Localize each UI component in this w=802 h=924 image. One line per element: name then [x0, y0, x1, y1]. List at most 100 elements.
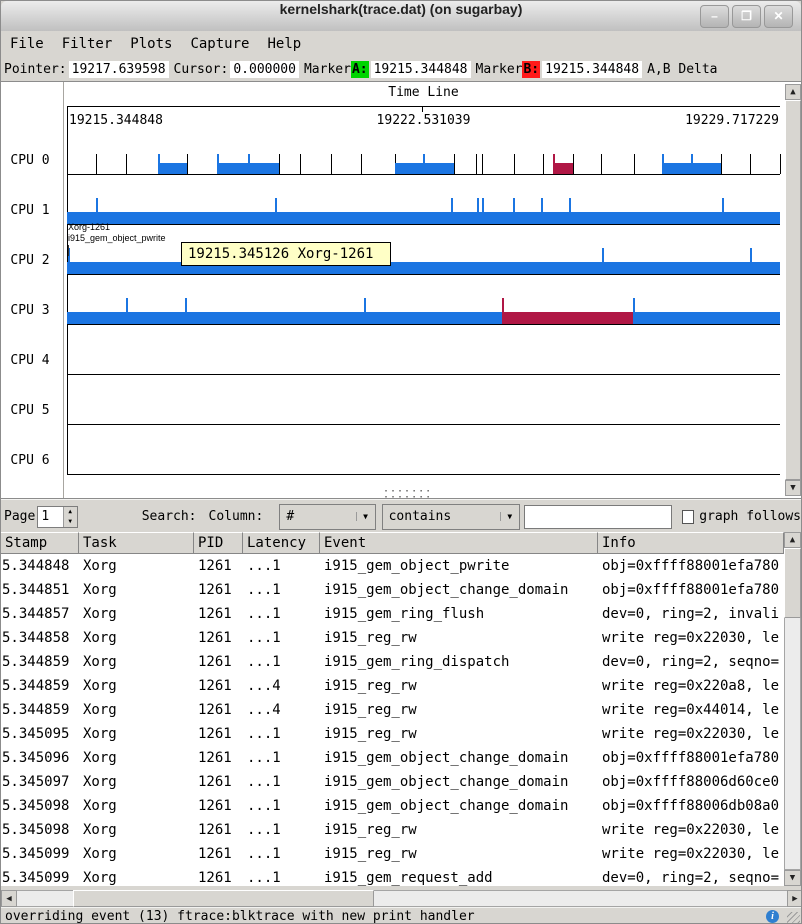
table-cell: ...4 — [243, 674, 320, 698]
column-select[interactable]: # ▼ — [279, 504, 375, 530]
table-cell: i915_reg_rw — [320, 842, 598, 866]
table-row[interactable]: 5.345099Xorg1261...1i915_reg_rwwrite reg… — [1, 842, 784, 866]
task-segment — [67, 262, 780, 274]
table-cell: Xorg — [79, 578, 194, 602]
h-scrollbar-thumb[interactable] — [73, 890, 374, 907]
table-cell: i915_gem_object_change_domain — [320, 770, 598, 794]
table-cell: 5.345096 — [1, 746, 79, 770]
event-tick — [634, 154, 635, 174]
spin-down-icon[interactable]: ▼ — [64, 517, 77, 527]
table-cell: 5.345099 — [1, 866, 79, 886]
search-input[interactable] — [524, 505, 672, 529]
table-scrollbar-thumb[interactable] — [784, 548, 801, 618]
table-row[interactable]: 5.344858Xorg1261...1i915_reg_rwwrite reg… — [1, 626, 784, 650]
column-header-info[interactable]: Info — [598, 532, 784, 554]
menubar: FileFilterPlotsCaptureHelp — [1, 31, 801, 58]
match-select[interactable]: contains ▼ — [382, 504, 520, 530]
graph-follows-label: graph follows — [699, 509, 801, 524]
table-cell: obj=0xffff88006d60ce0 — [598, 770, 784, 794]
menu-item-plots[interactable]: Plots — [121, 31, 181, 57]
table-cell: Xorg — [79, 626, 194, 650]
spin-up-icon[interactable]: ▲ — [64, 507, 77, 517]
table-row[interactable]: 5.344859Xorg1261...4i915_reg_rwwrite reg… — [1, 698, 784, 722]
timeline-tooltip: 19215.345126 Xorg-1261 — [181, 242, 391, 266]
column-header-latency[interactable]: Latency — [243, 532, 320, 554]
event-mark — [451, 198, 453, 212]
table-scroll-up-icon[interactable]: ▲ — [784, 532, 801, 548]
page-value: 1 — [38, 507, 62, 527]
table-cell: i915_reg_rw — [320, 626, 598, 650]
table-cell: 1261 — [194, 722, 243, 746]
table-cell: write reg=0x22030, le — [598, 626, 784, 650]
event-mark — [477, 198, 479, 212]
minimize-button[interactable]: – — [700, 5, 729, 28]
h-scroll-left-icon[interactable]: ◀ — [1, 890, 17, 907]
table-cell: i915_reg_rw — [320, 722, 598, 746]
graph-scroll-up-icon[interactable]: ▲ — [785, 84, 801, 100]
table-cell: 5.345098 — [1, 818, 79, 842]
table-cell: dev=0, ring=2, invali — [598, 602, 784, 626]
cpu-baseline — [67, 274, 780, 275]
timeline-panel: Time Line 19215.344848 19222.531039 1922… — [1, 81, 801, 499]
plot-area[interactable]: CPU 0CPU 1CPU 2CPU 3CPU 4CPU 5CPU 6 — [1, 82, 801, 498]
resize-grip[interactable] — [787, 912, 800, 924]
event-mark — [364, 298, 366, 312]
table-row[interactable]: 5.345095Xorg1261...1i915_reg_rwwrite reg… — [1, 722, 784, 746]
chevron-down-icon: ▼ — [356, 512, 375, 521]
table-cell: Xorg — [79, 866, 194, 886]
table-row[interactable]: 5.344859Xorg1261...4i915_reg_rwwrite reg… — [1, 674, 784, 698]
event-mark — [602, 248, 604, 262]
graph-scrollbar-thumb[interactable] — [785, 100, 801, 480]
cursor-value: 0.000000 — [230, 61, 299, 78]
search-bar: Page 1 ▲ ▼ Search: Column: # ▼ contains … — [1, 499, 801, 533]
event-mark — [185, 298, 187, 312]
maximize-button[interactable]: ❐ — [732, 5, 761, 28]
graph-follows-checkbox[interactable] — [682, 510, 694, 524]
table-row[interactable]: 5.344851Xorg1261...1i915_gem_object_chan… — [1, 578, 784, 602]
table-row[interactable]: 5.345099Xorg1261...1i915_gem_request_add… — [1, 866, 784, 886]
event-tick — [750, 154, 751, 174]
h-scroll-right-icon[interactable]: ▶ — [787, 890, 802, 907]
status-message: overriding event (13) ftrace:blktrace wi… — [5, 908, 475, 924]
table-cell: write reg=0x22030, le — [598, 818, 784, 842]
table-cell: ...1 — [243, 578, 320, 602]
menu-item-capture[interactable]: Capture — [181, 31, 258, 57]
event-tick — [601, 154, 602, 174]
event-tick — [454, 154, 455, 174]
marker-a-value: 19215.344848 — [371, 61, 471, 78]
page-spinner-arrows: ▲ ▼ — [63, 507, 77, 527]
table-cell: i915_gem_object_change_domain — [320, 794, 598, 818]
graph-scroll-down-icon[interactable]: ▼ — [785, 480, 801, 496]
event-mark — [569, 198, 571, 212]
table-row[interactable]: 5.345096Xorg1261...1i915_gem_object_chan… — [1, 746, 784, 770]
event-tick — [187, 154, 188, 174]
table-cell: 5.344857 — [1, 602, 79, 626]
event-tick — [331, 154, 332, 174]
column-header-event[interactable]: Event — [320, 532, 598, 554]
event-tick — [514, 154, 515, 174]
info-icon[interactable]: i — [766, 910, 779, 923]
table-row[interactable]: 5.345098Xorg1261...1i915_gem_object_chan… — [1, 794, 784, 818]
table-row[interactable]: 5.344859Xorg1261...1i915_gem_ring_dispat… — [1, 650, 784, 674]
page-spinner[interactable]: 1 ▲ ▼ — [37, 506, 77, 528]
table-cell: obj=0xffff88001efa780 — [598, 554, 784, 578]
table-cell: Xorg — [79, 650, 194, 674]
menu-item-help[interactable]: Help — [258, 31, 310, 57]
table-row[interactable]: 5.345098Xorg1261...1i915_reg_rwwrite reg… — [1, 818, 784, 842]
table-scroll-down-icon[interactable]: ▼ — [784, 870, 801, 886]
table-cell: obj=0xffff88001efa780 — [598, 746, 784, 770]
close-button[interactable]: ✕ — [764, 5, 793, 28]
marker-b-label: Marker — [476, 62, 523, 77]
column-header-stamp[interactable]: Stamp — [1, 532, 79, 554]
table-row[interactable]: 5.344848Xorg1261...1i915_gem_object_pwri… — [1, 554, 784, 578]
marker-a-label: Marker — [304, 62, 351, 77]
titlebar[interactable]: kernelshark(trace.dat) (on sugarbay) – ❐… — [1, 1, 801, 32]
table-row[interactable]: 5.345097Xorg1261...1i915_gem_object_chan… — [1, 770, 784, 794]
menu-item-filter[interactable]: Filter — [53, 31, 122, 57]
column-header-task[interactable]: Task — [79, 532, 194, 554]
column-header-pid[interactable]: PID — [194, 532, 243, 554]
event-mark — [158, 154, 160, 163]
task-segment — [662, 163, 721, 174]
menu-item-file[interactable]: File — [1, 31, 53, 57]
table-row[interactable]: 5.344857Xorg1261...1i915_gem_ring_flushd… — [1, 602, 784, 626]
